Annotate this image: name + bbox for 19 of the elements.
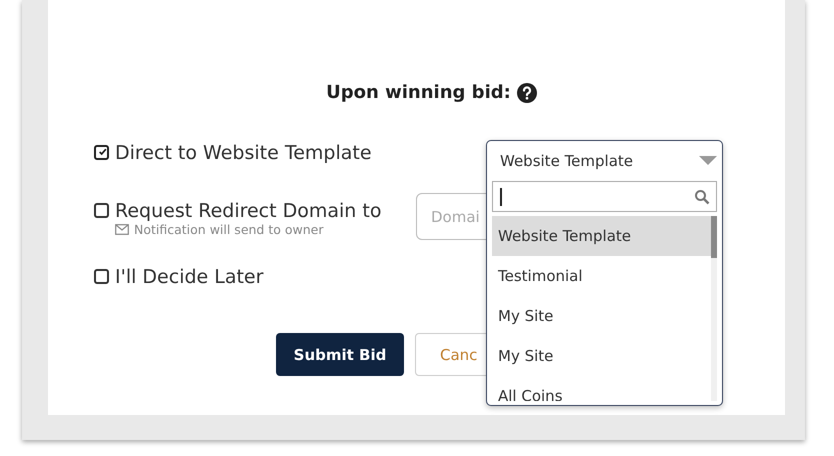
- option-label: I'll Decide Later: [115, 265, 264, 289]
- envelope-icon: [115, 224, 129, 235]
- dropdown-item[interactable]: Testimonial: [492, 256, 711, 296]
- option-label: Request Redirect Domain to: [115, 199, 382, 223]
- search-icon: [694, 188, 710, 204]
- note-text: Notification will send to owner: [134, 222, 324, 237]
- checkbox[interactable]: [94, 145, 109, 160]
- caret-icon[interactable]: [699, 156, 717, 166]
- dropdown-value[interactable]: Website Template: [500, 152, 634, 170]
- dropdown-item[interactable]: All Coins: [492, 376, 711, 401]
- search-field[interactable]: [492, 181, 717, 212]
- submit-button[interactable]: Submit Bid: [276, 333, 404, 376]
- checkbox[interactable]: [94, 203, 109, 218]
- dropdown-item[interactable]: Website Template: [492, 216, 711, 256]
- option-label: Direct to Website Template: [115, 141, 372, 165]
- dropdown-item[interactable]: My Site: [492, 296, 711, 336]
- help-icon[interactable]: [516, 82, 537, 102]
- checkbox[interactable]: [94, 269, 109, 284]
- heading: Upon winning bid:: [326, 82, 511, 103]
